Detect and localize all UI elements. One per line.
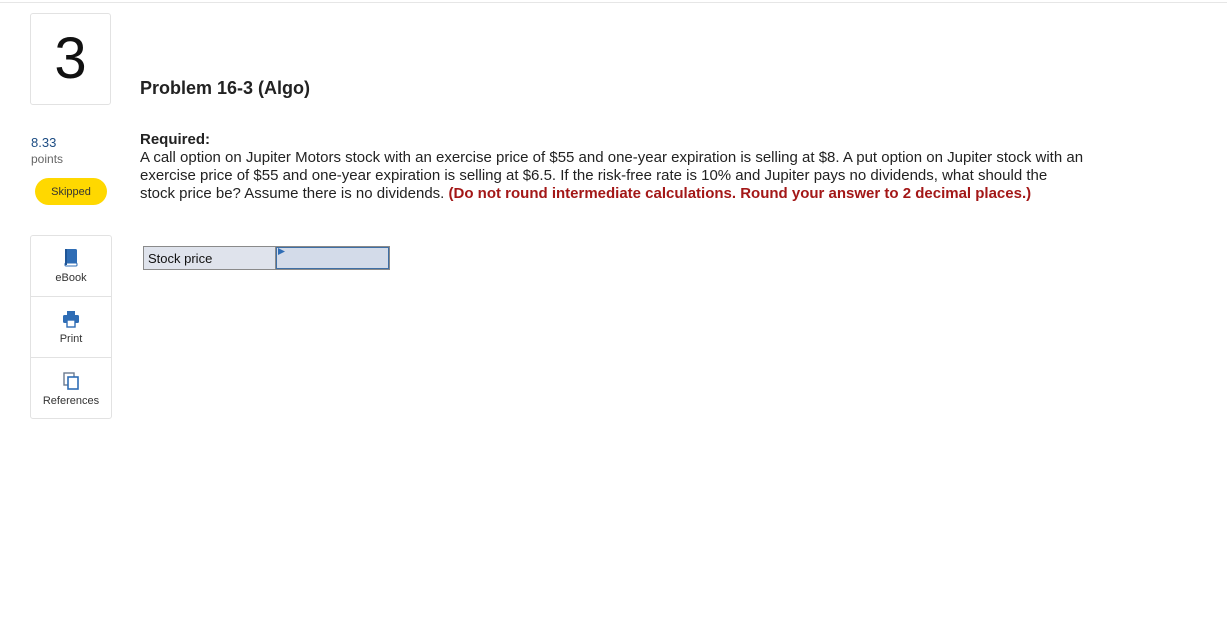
tools-panel: eBook Print References [30,235,112,419]
answer-flag-icon [278,248,285,255]
question-number: 3 [54,26,87,91]
points-label: points [31,152,64,166]
print-label: Print [59,333,83,345]
rounding-instruction: (Do not round intermediate calculations.… [448,185,1032,202]
top-divider [0,2,1227,3]
ebook-button[interactable]: eBook [31,236,111,297]
references-button[interactable]: References [31,358,111,419]
problem-statement: A call option on Jupiter Motors stock wi… [140,149,1085,203]
ebook-label: eBook [55,272,87,284]
answer-table: Stock price [143,246,390,270]
status-badge: Skipped [35,178,107,205]
question-number-box: 3 [30,13,111,105]
problem-title: Problem 16-3 (Algo) [140,78,311,98]
references-icon [63,371,79,390]
stock-price-input[interactable] [276,247,389,269]
points-value: 8.33 [31,135,57,150]
book-icon [64,249,78,267]
status-badge-label: Skipped [51,185,91,198]
required-label: Required: [140,131,211,148]
print-button[interactable]: Print [31,297,111,358]
printer-icon [63,311,79,328]
references-label: References [42,394,100,407]
stock-price-label: Stock price [144,247,276,269]
